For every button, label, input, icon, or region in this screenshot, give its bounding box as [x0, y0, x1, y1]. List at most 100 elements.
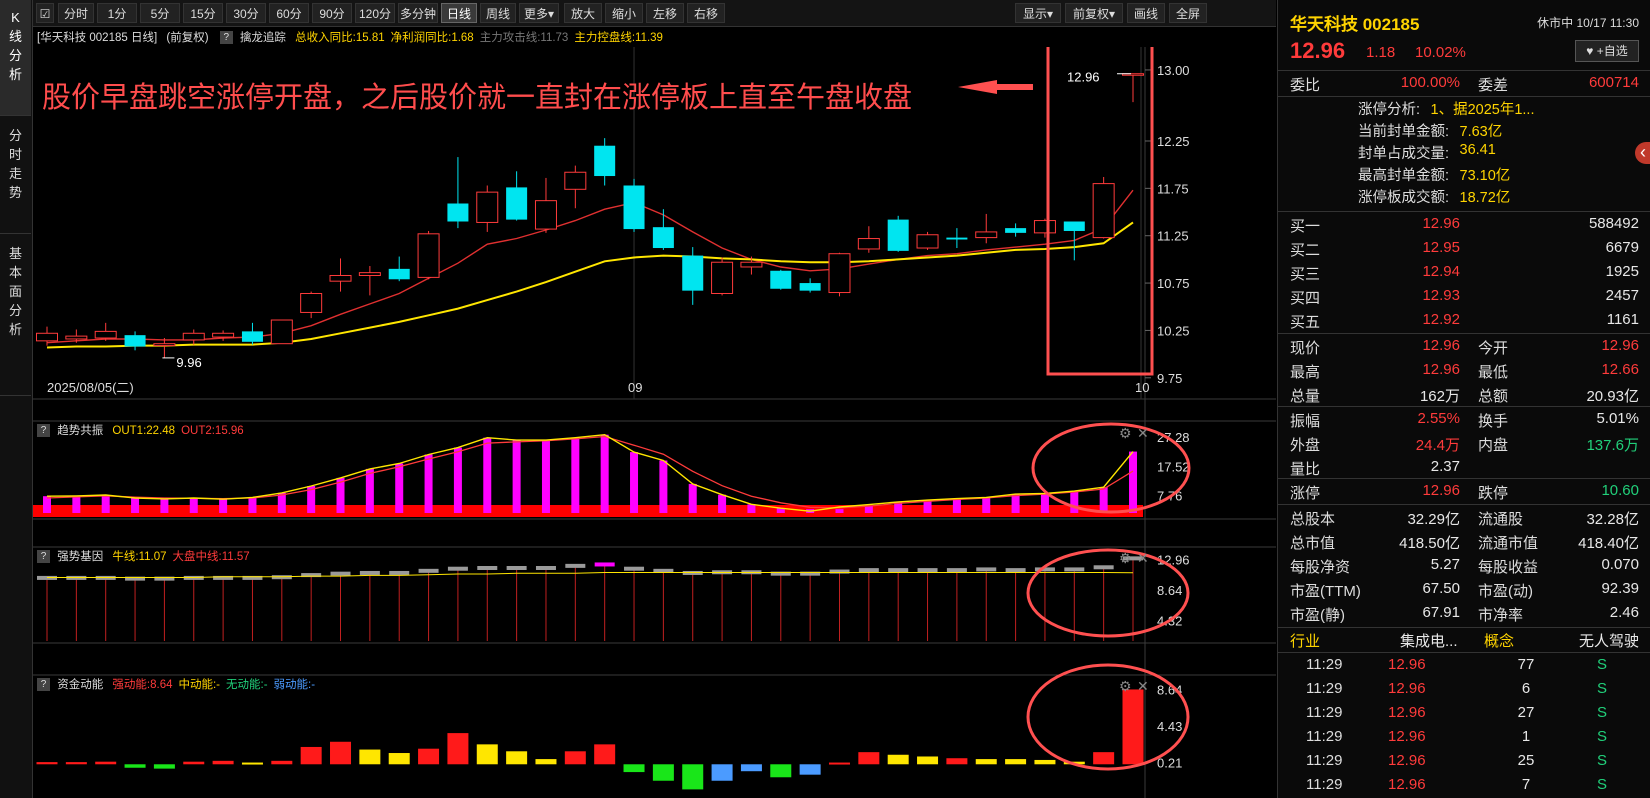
stat-value: 5.27 — [1430, 556, 1460, 573]
trend-bar — [982, 497, 991, 513]
period-button[interactable]: 多分钟 — [398, 3, 438, 23]
out1-line — [46, 433, 1134, 512]
gear-icon[interactable]: ⚙ — [1119, 678, 1132, 694]
price-pct: 10.02% — [1415, 44, 1466, 61]
close-icon[interactable]: ✕ — [1137, 678, 1149, 694]
y-tick-label: 8.64 — [1157, 583, 1182, 598]
period-button[interactable]: 日线 — [441, 3, 477, 23]
panel-title: 趋势共振 — [57, 425, 104, 437]
panel-title: 资金动能 — [57, 679, 104, 691]
tab-1[interactable]: 分 时 走 势 — [0, 118, 31, 234]
gene-block — [330, 571, 351, 576]
collapse-arrow-icon[interactable]: ‹ — [1635, 142, 1650, 164]
y-tick-label: 17.52 — [1157, 459, 1190, 474]
period-button[interactable]: 1分 — [97, 3, 137, 23]
panel-header-gene: ? 强势基因 牛线:11.07 大盘中线:11.57 — [37, 548, 250, 564]
stat-label: 总额 — [1478, 388, 1509, 405]
period-button[interactable]: 更多▾ — [519, 3, 559, 23]
candle-body — [1092, 183, 1115, 239]
stat-label: 委比 — [1290, 77, 1321, 94]
stat-label: 换手 — [1478, 413, 1509, 430]
stat-label: 今开 — [1478, 340, 1509, 357]
trend-bar — [1040, 493, 1049, 513]
period-button[interactable]: 30分 — [226, 3, 266, 23]
tool-button[interactable]: 缩小 — [605, 3, 643, 23]
capital-bar — [623, 764, 645, 773]
trend-bar — [1129, 451, 1137, 513]
help-icon[interactable]: ? — [37, 424, 50, 438]
stock-name: 华天科技 002185 — [1290, 15, 1420, 34]
y-tick-label: 10.75 — [1157, 276, 1190, 291]
capital-bar — [388, 753, 410, 765]
trend-bar — [483, 437, 492, 513]
candle-body — [916, 234, 939, 249]
stat-value: 162万 — [1419, 388, 1460, 405]
gear-icon[interactable]: ⚙ — [1119, 550, 1132, 566]
period-button[interactable]: 60分 — [269, 3, 309, 23]
stat-label: 流通市值 — [1478, 535, 1539, 552]
stat-label: 市净率 — [1478, 607, 1524, 624]
trend-bar — [219, 499, 228, 513]
panel-header-trend: ? 趋势共振 OUT1:22.48 OUT2:15.96 — [37, 422, 244, 438]
help-icon[interactable]: ? — [37, 678, 50, 692]
stat-value: 137.6万 — [1586, 437, 1639, 454]
period-button[interactable]: 分时 — [58, 3, 94, 23]
trend-bar — [395, 463, 404, 513]
period-button[interactable]: 90分 — [312, 3, 352, 23]
capital-bar — [917, 756, 939, 765]
trend-bar — [512, 440, 521, 513]
limit-label: 当前封单金额: — [1358, 124, 1450, 140]
separator — [1278, 504, 1650, 505]
close-icon[interactable]: ✕ — [1137, 550, 1149, 566]
toolbar-right-button[interactable]: 画线 — [1127, 3, 1165, 23]
capital-bar — [271, 760, 293, 765]
trend-bar — [1011, 494, 1020, 513]
gear-icon[interactable]: ⚙ — [1119, 425, 1132, 441]
header-value: 总收入同比:15.81 — [295, 32, 385, 44]
tool-button[interactable]: 右移 — [687, 3, 725, 23]
view-tabs: K 线 分 析分 时 走 势基 本 面 分 析 — [0, 0, 33, 798]
help-icon[interactable]: ? — [219, 31, 233, 45]
toolbar-right-button[interactable]: 全屏 — [1169, 3, 1207, 23]
checkbox-icon[interactable]: ☑ — [36, 3, 54, 23]
toolbar-right-button[interactable]: 显示▾ — [1015, 3, 1061, 23]
close-icon[interactable]: ✕ — [1137, 425, 1149, 441]
y-tick-label: 12.25 — [1157, 134, 1190, 149]
period-button[interactable]: 120分 — [355, 3, 395, 23]
legend-value: 无动能:- — [226, 679, 268, 691]
candle-body — [124, 335, 146, 347]
tool-button[interactable]: 左移 — [646, 3, 684, 23]
legend-value: 强动能:8.64 — [112, 679, 173, 691]
stat-value: 12.96 — [1422, 482, 1460, 499]
capital-bar — [1034, 759, 1056, 765]
capital-bar — [65, 762, 87, 765]
toolbar-right-button[interactable]: 前复权▾ — [1065, 3, 1123, 23]
tick-volume: 25 — [1517, 752, 1535, 769]
candle-body — [740, 261, 763, 268]
tab-2[interactable]: 基 本 面 分 析 — [0, 236, 31, 396]
candle-body — [534, 200, 557, 230]
period-button[interactable]: 周线 — [480, 3, 516, 23]
stat-label: 总市值 — [1290, 535, 1336, 552]
capital-bar — [799, 764, 821, 775]
help-icon[interactable]: ? — [37, 550, 50, 564]
capital-bar — [183, 761, 205, 765]
tick-side: S — [1596, 704, 1607, 721]
gene-block — [1093, 565, 1114, 570]
stat-label: 涨停 — [1290, 485, 1321, 502]
trend-bar — [718, 494, 727, 513]
stat-label: 最高 — [1290, 364, 1321, 381]
add-watchlist-button[interactable]: ♥ +自选 — [1575, 40, 1639, 62]
trend-bar — [160, 498, 169, 513]
period-button[interactable]: 5分 — [140, 3, 180, 23]
candle-body — [153, 343, 176, 347]
tick-time: 11:29 — [1306, 728, 1343, 745]
tick-price: 12.96 — [1388, 752, 1426, 769]
trend-bar — [541, 440, 550, 513]
y-tick-label: 11.25 — [1157, 229, 1189, 244]
tab-0[interactable]: K 线 分 析 — [0, 0, 31, 116]
capital-bar — [241, 762, 263, 765]
tool-button[interactable]: 放大 — [564, 3, 602, 23]
period-button[interactable]: 15分 — [183, 3, 223, 23]
capital-bar — [682, 764, 704, 790]
